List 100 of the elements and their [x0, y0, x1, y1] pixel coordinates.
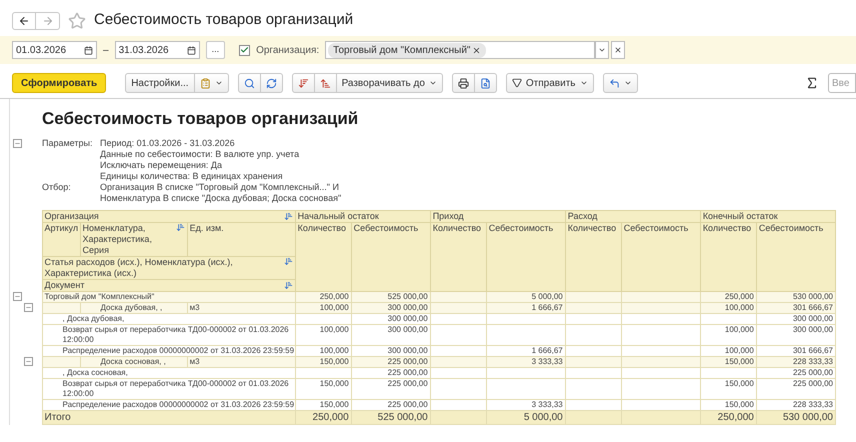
generate-button[interactable]: Сформировать — [12, 73, 106, 93]
sort-icon[interactable] — [284, 281, 293, 290]
return-arrow-icon — [608, 78, 620, 88]
sort-up-button[interactable] — [314, 73, 337, 93]
undo-button[interactable] — [602, 73, 638, 93]
number-cell: 3 333,33 — [532, 357, 563, 366]
caret-icon — [624, 79, 632, 87]
number-cell: 300 000,00 — [388, 314, 428, 323]
number-cell: 300 000,00 — [792, 314, 833, 323]
dropdown-button[interactable] — [595, 41, 610, 59]
column-header: Артикул — [44, 223, 78, 233]
sort-icon[interactable] — [284, 212, 293, 221]
number-cell: 100,000 — [320, 325, 349, 334]
parameter-text: Единицы количества: В единицах хранения — [100, 171, 284, 182]
settings-button[interactable]: Настройки... — [125, 73, 195, 93]
number-cell: 225 000,00 — [792, 368, 833, 377]
back-button[interactable] — [12, 12, 36, 30]
report-title: Себестоимость товаров организаций — [42, 109, 358, 129]
preview-icon — [480, 78, 491, 88]
sort-down-button[interactable] — [292, 73, 315, 93]
row-label: Торговый дом "Комплексный" — [44, 292, 154, 301]
remove-icon[interactable] — [472, 46, 482, 54]
number-cell: 300 000,00 — [388, 346, 428, 355]
collapse-icon[interactable] — [13, 292, 22, 300]
total-label: Итого — [44, 412, 71, 423]
column-header: Конечный остаток — [702, 211, 778, 221]
arrow-left-icon — [18, 14, 30, 26]
column-header: Себестоимость — [624, 223, 688, 233]
number-cell: 250,000 — [320, 292, 349, 301]
number-cell: 530 000,00 — [792, 292, 833, 301]
column-header: Ед. изм. — [190, 223, 224, 233]
number-cell: 150,000 — [724, 400, 754, 409]
date-field[interactable]: 01.03.2026 — [12, 41, 97, 59]
column-header: Приход — [432, 211, 464, 221]
number-cell: 100,000 — [320, 346, 349, 355]
date-separator: – — [103, 44, 109, 58]
number-cell: 3 333,33 — [532, 400, 563, 409]
column-header: Начальный остаток — [298, 211, 379, 221]
caret-icon — [580, 79, 588, 87]
parameter-text: Исключать перемещения: Да — [100, 160, 223, 171]
number-cell: 150,000 — [724, 379, 754, 388]
organization-tag[interactable]: Торговый дом "Комплексный" — [328, 42, 486, 58]
number-cell: 5 000,00 — [524, 412, 563, 423]
preview-button[interactable] — [474, 73, 497, 93]
caret-icon — [428, 79, 437, 87]
number-cell: 530 000,00 — [782, 412, 833, 423]
period-button[interactable]: ... — [206, 41, 226, 59]
search-field[interactable]: Вве — [828, 73, 856, 93]
column-header: Количество — [298, 223, 346, 233]
number-cell: 228 333,33 — [792, 357, 833, 366]
column-header: Себестоимость — [488, 223, 554, 233]
number-cell: 100,000 — [724, 346, 754, 355]
number-cell: 301 666,67 — [792, 346, 833, 355]
column-header: Себестоимость — [758, 223, 824, 233]
column-header: Себестоимость — [354, 223, 418, 233]
parameter-text: Данные по себестоимости: В валюте упр. учета — [100, 149, 300, 160]
sort-icon[interactable] — [176, 223, 185, 232]
triangle-icon — [512, 78, 522, 88]
filter-text: Организация В списке "Торговый дом "Комплексный..." И — [100, 182, 340, 193]
search-refresh-button[interactable] — [260, 73, 283, 93]
number-cell: 225 000,00 — [388, 357, 428, 366]
collapse-icon[interactable] — [13, 139, 22, 148]
sort-icon[interactable] — [284, 257, 293, 266]
number-cell: 150,000 — [320, 379, 349, 388]
print-button[interactable] — [452, 73, 475, 93]
number-cell: 1 666,67 — [532, 303, 563, 312]
variant-button[interactable] — [194, 73, 229, 93]
number-cell: 250,000 — [718, 412, 754, 423]
search-icon — [244, 78, 255, 88]
number-cell: 150,000 — [724, 357, 754, 366]
row-label: Распределение расходов 00000000002 от 31.03.2026 23:59:59 — [62, 400, 296, 410]
printer-icon — [458, 78, 469, 88]
date-field[interactable]: 31.03.2026 — [114, 41, 200, 59]
sigma-icon[interactable] — [805, 76, 819, 90]
row-label: Распределение расходов 00000000002 от 31.03.2026 23:59:59 — [62, 346, 296, 356]
star-icon[interactable] — [68, 12, 86, 30]
number-cell: 300 000,00 — [388, 303, 428, 312]
calendar-icon[interactable] — [186, 46, 196, 54]
clear-button[interactable] — [611, 41, 626, 59]
organization-field[interactable]: Торговый дом "Комплексный" — [325, 41, 596, 59]
refresh-icon — [266, 78, 277, 88]
send-button[interactable]: Отправить — [506, 73, 594, 93]
column-header: Документ — [44, 280, 84, 291]
number-cell: 225 000,00 — [388, 368, 428, 377]
row-label: Возврат сырья от переработчика ТД00-000002 от 01.03.2026 12:00:00 — [62, 379, 290, 399]
number-cell: 250,000 — [724, 292, 754, 301]
number-cell: 100,000 — [724, 303, 754, 312]
search-button[interactable] — [238, 73, 261, 93]
unit-cell: м3 — [190, 303, 200, 312]
number-cell: 150,000 — [320, 400, 349, 409]
clipboard-icon — [200, 78, 211, 88]
number-cell: 5 000,00 — [532, 292, 563, 301]
filter-text: Номенклатура В списке "Доска дубовая; Доска сосновая" — [100, 193, 342, 204]
number-cell: 525 000,00 — [378, 412, 428, 423]
organization-checkbox[interactable] — [239, 44, 250, 56]
number-cell: 225 000,00 — [388, 400, 428, 409]
expand-button[interactable]: Разворачивать до — [336, 73, 443, 93]
parameters-label: Параметры: — [42, 138, 94, 150]
number-cell: 100,000 — [320, 303, 349, 312]
calendar-icon[interactable] — [84, 46, 93, 54]
